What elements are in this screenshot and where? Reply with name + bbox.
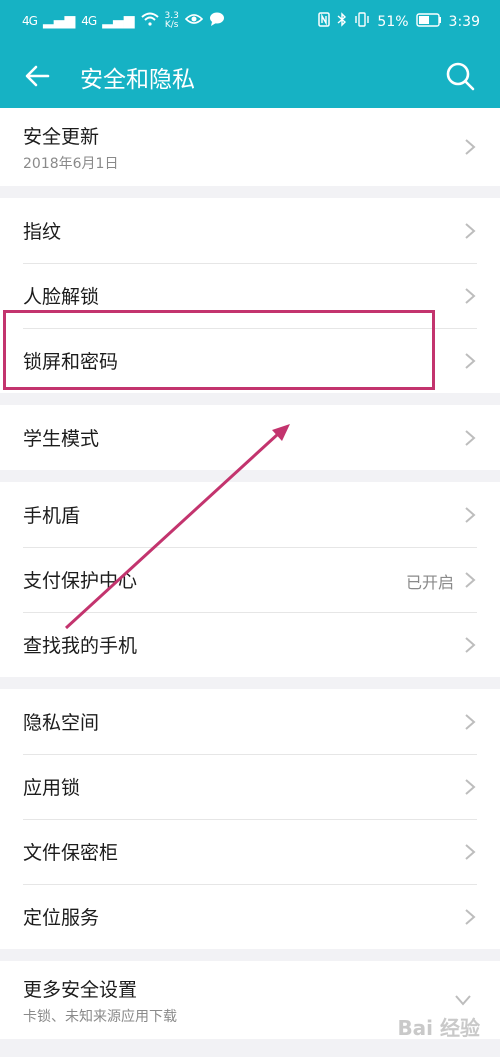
chevron-right-icon	[465, 908, 476, 925]
settings-list: 安全更新 2018年6月1日 指纹 人脸解锁 锁屏和密码 学生模式 手机盾 支付…	[0, 108, 500, 1039]
row-phone-shield[interactable]: 手机盾	[0, 482, 500, 547]
row-label: 人脸解锁	[23, 286, 100, 308]
row-label: 文件保密柜	[23, 842, 119, 864]
status-value: 已开启	[405, 572, 454, 592]
status-bar: 4G ▂▄▆ 4G ▂▄▆ 3.3 K/s 51% 3:39	[0, 0, 500, 44]
group-unlock: 指纹 人脸解锁 锁屏和密码	[0, 198, 500, 393]
row-app-lock[interactable]: 应用锁	[0, 754, 500, 819]
chevron-right-icon	[465, 139, 476, 155]
battery-icon	[415, 12, 442, 31]
signal-bars-icon: ▂▄▆	[102, 13, 135, 29]
wifi-icon	[140, 12, 159, 30]
chat-bubble-icon	[209, 12, 225, 30]
chevron-right-icon	[465, 222, 476, 239]
row-label: 应用锁	[23, 777, 81, 799]
row-label: 指纹	[23, 221, 62, 243]
row-lock-screen-password[interactable]: 锁屏和密码	[0, 328, 500, 393]
row-label: 锁屏和密码	[23, 351, 119, 373]
chevron-right-icon	[465, 636, 476, 653]
network-speed-unit: K/s	[164, 20, 179, 30]
chevron-right-icon	[465, 713, 476, 730]
network-speed: 3.3 K/s	[165, 12, 179, 30]
row-fingerprint[interactable]: 指纹	[0, 198, 500, 263]
eye-icon	[184, 13, 203, 29]
status-left: 4G ▂▄▆ 4G ▂▄▆ 3.3 K/s	[22, 12, 225, 30]
row-label: 手机盾	[23, 505, 81, 527]
clock: 3:39	[448, 13, 480, 30]
row-label: 定位服务	[23, 907, 100, 929]
back-arrow-icon[interactable]	[20, 58, 56, 94]
vibrate-icon	[354, 12, 370, 31]
battery-percent: 51%	[377, 13, 409, 30]
group-privacy: 隐私空间 应用锁 文件保密柜 定位服务	[0, 689, 500, 949]
row-label: 安全更新	[23, 125, 100, 148]
row-payment-protection[interactable]: 支付保护中心 已开启	[0, 547, 500, 612]
group-student: 学生模式	[0, 405, 500, 470]
search-icon[interactable]	[442, 58, 478, 94]
row-label: 隐私空间	[23, 712, 100, 734]
chevron-right-icon	[465, 571, 476, 588]
row-label: 查找我的手机	[23, 635, 138, 657]
chevron-right-icon	[465, 429, 476, 446]
row-label: 更多安全设置	[23, 978, 138, 1001]
group-phone-protection: 手机盾 支付保护中心 已开启 查找我的手机	[0, 482, 500, 677]
status-right: 51% 3:39	[318, 12, 480, 31]
app-bar: 安全和隐私	[0, 44, 500, 108]
row-security-update[interactable]: 安全更新 2018年6月1日	[0, 108, 500, 186]
signal-bars-icon: ▂▄▆	[42, 13, 76, 29]
chevron-right-icon	[465, 287, 476, 304]
nfc-icon	[318, 12, 331, 31]
signal-4g-2: 4G	[81, 14, 97, 28]
chevron-right-icon	[465, 778, 476, 795]
row-face-unlock[interactable]: 人脸解锁	[0, 263, 500, 328]
row-label: 支付保护中心	[23, 570, 138, 592]
row-student-mode[interactable]: 学生模式	[0, 405, 500, 470]
row-subtitle: 2018年6月1日	[23, 155, 119, 172]
row-subtitle: 卡锁、未知来源应用下载	[23, 1008, 177, 1025]
bluetooth-icon	[337, 12, 347, 31]
row-location-service[interactable]: 定位服务	[0, 884, 500, 949]
row-label: 学生模式	[23, 428, 100, 450]
page-title: 安全和隐私	[80, 67, 195, 93]
chevron-right-icon	[465, 506, 476, 523]
row-find-my-phone[interactable]: 查找我的手机	[0, 612, 500, 677]
chevron-right-icon	[465, 352, 476, 369]
chevron-down-icon	[455, 995, 471, 1006]
row-file-safe[interactable]: 文件保密柜	[0, 819, 500, 884]
row-private-space[interactable]: 隐私空间	[0, 689, 500, 754]
watermark: Bai 经验	[397, 1016, 480, 1040]
group-security-update: 安全更新 2018年6月1日	[0, 108, 500, 186]
chevron-right-icon	[465, 843, 476, 860]
signal-4g-1: 4G	[22, 14, 38, 28]
